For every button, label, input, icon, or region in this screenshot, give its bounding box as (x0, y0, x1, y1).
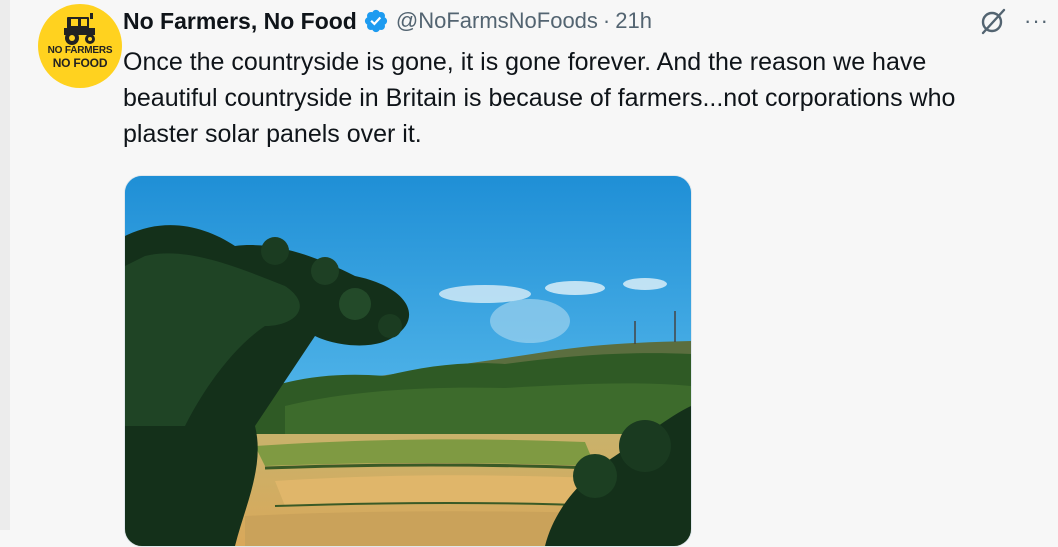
avatar-text-line2: NO FOOD (52, 56, 108, 70)
handle[interactable]: @NoFarmsNoFoods (396, 8, 598, 34)
tweet[interactable]: NO FARMERS NO FOOD No Farmers, No Food @… (10, 0, 1058, 547)
left-edge (0, 0, 10, 530)
display-name[interactable]: No Farmers, No Food (123, 8, 357, 35)
timestamp[interactable]: 21h (615, 8, 652, 34)
countryside-photo (125, 176, 691, 546)
avatar-text-line1: NO FARMERS (47, 45, 113, 56)
verified-badge-icon[interactable] (363, 8, 389, 34)
more-icon[interactable]: ··· (1024, 10, 1049, 32)
avatar[interactable]: NO FARMERS NO FOOD (38, 4, 122, 88)
grok-icon[interactable] (978, 6, 1008, 36)
tweet-text: Once the countryside is gone, it is gone… (123, 48, 956, 148)
tweet-header: No Farmers, No Food @NoFarmsNoFoods · 21… (123, 6, 652, 36)
separator-dot: · (602, 8, 611, 33)
tweet-image[interactable] (124, 175, 692, 547)
